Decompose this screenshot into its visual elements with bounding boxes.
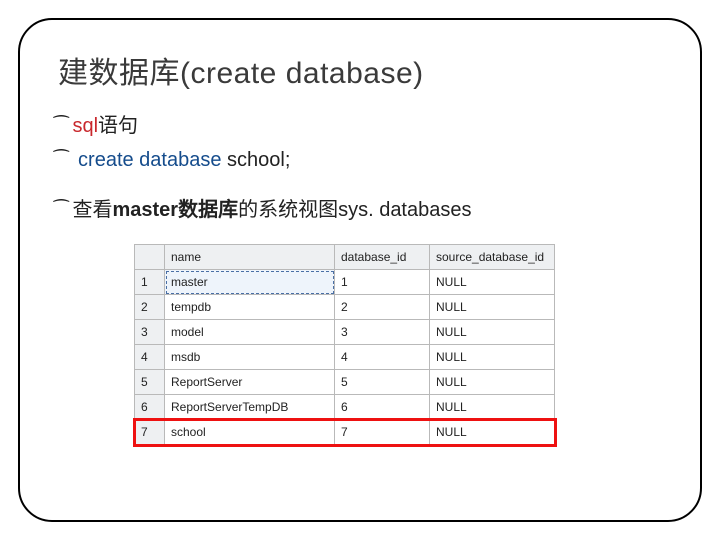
- bullet-view-master: ⁀ 查看master数据库的系统视图sys. databases: [54, 194, 666, 226]
- bullet-icon: ⁀: [54, 196, 68, 225]
- bullet-create-db: ⁀ create database school;: [54, 144, 666, 176]
- table-row: 7school7NULL: [135, 420, 555, 445]
- bullet-text: 查看master数据库的系统视图sys. databases: [72, 194, 666, 226]
- table-row: 1master1NULL: [135, 270, 555, 295]
- cell-name: school: [165, 420, 335, 445]
- kw-create-database: create database: [78, 149, 221, 171]
- bullet-3-rest: 的系统视图sys. databases: [238, 199, 471, 221]
- row-number: 5: [135, 370, 165, 395]
- row-number: 2: [135, 295, 165, 320]
- cell-database-id: 2: [335, 295, 430, 320]
- row-number: 3: [135, 320, 165, 345]
- kw-sql: sql: [72, 115, 98, 137]
- sys-databases-grid: name database_id source_database_id 1mas…: [134, 244, 554, 445]
- cell-source-db-id: NULL: [430, 320, 555, 345]
- cell-database-id: 5: [335, 370, 430, 395]
- row-number: 4: [135, 345, 165, 370]
- slide-frame: 建数据库(create database) ⁀ sql语句 ⁀ create d…: [18, 18, 702, 522]
- cell-name: ReportServer: [165, 370, 335, 395]
- bullet-2-rest: school;: [221, 149, 290, 171]
- cell-database-id: 3: [335, 320, 430, 345]
- cell-database-id: 1: [335, 270, 430, 295]
- cell-name: model: [165, 320, 335, 345]
- row-number: 7: [135, 420, 165, 445]
- header-corner: [135, 245, 165, 270]
- bullet-3-pre: 查看: [72, 199, 112, 221]
- cell-name: tempdb: [165, 295, 335, 320]
- bullet-list: ⁀ sql语句 ⁀ create database school; ⁀ 查看ma…: [54, 110, 666, 226]
- cell-database-id: 6: [335, 395, 430, 420]
- bullet-1-rest: 语句: [98, 115, 138, 137]
- cell-database-id: 4: [335, 345, 430, 370]
- cell-name: ReportServerTempDB: [165, 395, 335, 420]
- cell-source-db-id: NULL: [430, 420, 555, 445]
- bullet-icon: ⁀: [54, 112, 68, 141]
- header-src: source_database_id: [430, 245, 555, 270]
- table-row: 4msdb4NULL: [135, 345, 555, 370]
- cell-source-db-id: NULL: [430, 370, 555, 395]
- cell-source-db-id: NULL: [430, 295, 555, 320]
- cell-name: master: [165, 270, 335, 295]
- header-name: name: [165, 245, 335, 270]
- cell-name: msdb: [165, 345, 335, 370]
- table-row: 6ReportServerTempDB6NULL: [135, 395, 555, 420]
- bullet-text: create database school;: [72, 144, 666, 176]
- cell-source-db-id: NULL: [430, 395, 555, 420]
- row-number: 6: [135, 395, 165, 420]
- bullet-icon: ⁀: [54, 146, 68, 175]
- cell-source-db-id: NULL: [430, 270, 555, 295]
- bullet-text: sql语句: [72, 110, 666, 142]
- table-row: 3model3NULL: [135, 320, 555, 345]
- bullet-3-bold: master数据库: [112, 199, 238, 221]
- cell-database-id: 7: [335, 420, 430, 445]
- cell-source-db-id: NULL: [430, 345, 555, 370]
- table-row: 2tempdb2NULL: [135, 295, 555, 320]
- header-dbid: database_id: [335, 245, 430, 270]
- table-row: 5ReportServer5NULL: [135, 370, 555, 395]
- row-number: 1: [135, 270, 165, 295]
- bullet-sql-stmt: ⁀ sql语句: [54, 110, 666, 142]
- table-header-row: name database_id source_database_id: [135, 245, 555, 270]
- slide: 建数据库(create database) ⁀ sql语句 ⁀ create d…: [0, 0, 720, 540]
- db-table: name database_id source_database_id 1mas…: [134, 244, 555, 445]
- slide-title: 建数据库(create database): [58, 48, 666, 92]
